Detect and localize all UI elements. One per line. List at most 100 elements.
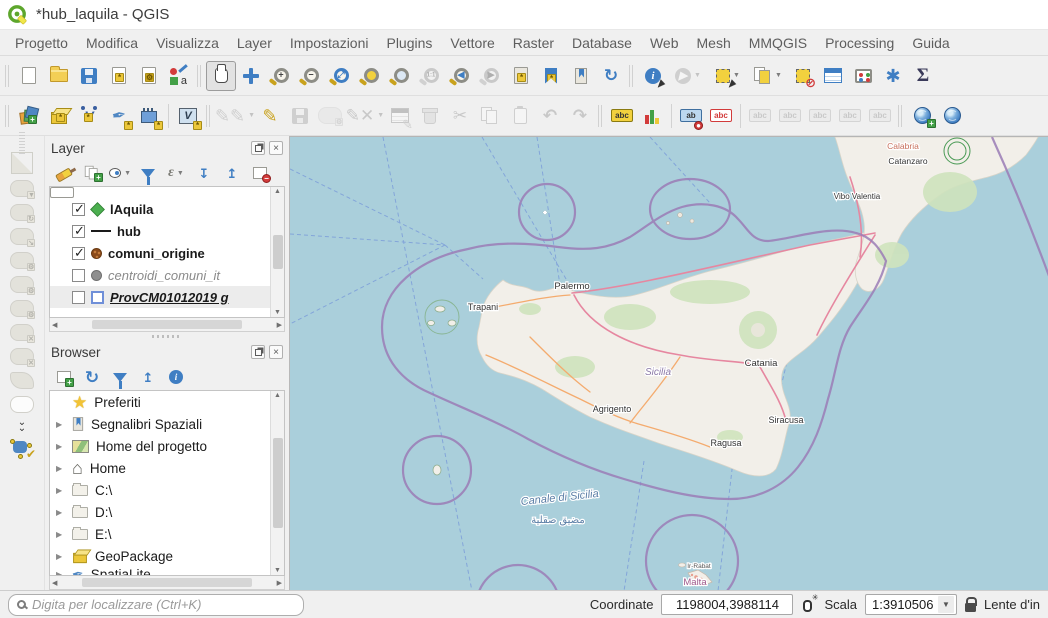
layer-checkbox[interactable] bbox=[72, 269, 85, 282]
layer-row-hub[interactable]: hub bbox=[50, 220, 284, 242]
browser-refresh-button[interactable]: ↻ bbox=[81, 366, 103, 388]
map-canvas[interactable]: Palermo Trapani Catania Siracusa Ragusa … bbox=[290, 136, 1048, 590]
zoom-full-button[interactable]: ⤢ bbox=[326, 61, 356, 91]
new-scratch-layer-button[interactable]: * bbox=[134, 101, 164, 131]
browser-item-segnalibri[interactable]: ▶ Segnalibri Spaziali bbox=[50, 413, 284, 435]
locator-input[interactable] bbox=[32, 597, 295, 612]
reshape-features-icon[interactable] bbox=[10, 372, 34, 389]
more-digitizing-tools-chevron[interactable]: ⌄⌄ bbox=[18, 420, 26, 432]
select-features-button[interactable]: ▼ bbox=[708, 61, 748, 91]
toolbar-grip[interactable] bbox=[598, 105, 604, 127]
select-by-value-button[interactable]: ▼ bbox=[748, 61, 788, 91]
zoom-to-selection-button[interactable] bbox=[356, 61, 386, 91]
toolbar-grip[interactable] bbox=[19, 132, 25, 154]
new-project-button[interactable] bbox=[14, 61, 44, 91]
pin-labels-button[interactable]: ● bbox=[676, 101, 706, 131]
toolbar-grip[interactable] bbox=[629, 65, 635, 87]
locator-search[interactable] bbox=[8, 594, 304, 616]
pan-to-selection-button[interactable] bbox=[236, 61, 266, 91]
fill-ring-icon[interactable]: ⚙ bbox=[10, 300, 34, 317]
browser-item-project-home[interactable]: ▶ Home del progetto bbox=[50, 435, 284, 457]
menu-layer[interactable]: Layer bbox=[228, 32, 281, 54]
open-layer-styling-button[interactable] bbox=[53, 162, 75, 184]
expander-icon[interactable]: ▶ bbox=[56, 464, 65, 473]
chevron-down-icon[interactable]: ▼ bbox=[938, 596, 954, 613]
panel-splitter[interactable] bbox=[45, 332, 289, 340]
manage-map-themes-button[interactable]: ▼ bbox=[109, 162, 131, 184]
save-project-button[interactable] bbox=[74, 61, 104, 91]
expander-icon[interactable]: ▶ bbox=[56, 486, 65, 495]
pin-unpin-label-button[interactable] bbox=[745, 101, 775, 131]
zoom-native-button[interactable]: 1:1 bbox=[416, 61, 446, 91]
move-label-button[interactable] bbox=[805, 101, 835, 131]
style-manager-button[interactable]: a bbox=[164, 61, 194, 91]
expand-all-button[interactable]: ↧ bbox=[193, 162, 215, 184]
layer-checkbox[interactable] bbox=[72, 247, 85, 260]
data-source-manager-button[interactable]: + bbox=[14, 101, 44, 131]
open-attribute-table-button[interactable] bbox=[818, 61, 848, 91]
paste-features-button[interactable] bbox=[505, 101, 535, 131]
rotate-label-button[interactable] bbox=[835, 101, 865, 131]
add-ring-icon[interactable]: ⚙ bbox=[10, 252, 34, 269]
browser-item-drive-e[interactable]: ▶ E:\ bbox=[50, 523, 284, 545]
browser-collapse-all-button[interactable]: ↥ bbox=[137, 366, 159, 388]
menu-visualizza[interactable]: Visualizza bbox=[147, 32, 228, 54]
menu-mesh[interactable]: Mesh bbox=[688, 32, 740, 54]
save-edits-button[interactable] bbox=[285, 101, 315, 131]
zoom-next-button[interactable]: ▶ bbox=[476, 61, 506, 91]
pan-map-button[interactable] bbox=[206, 61, 236, 91]
layer-row-provcm[interactable]: ProvCM01012019 g bbox=[50, 286, 284, 308]
filter-expression-button[interactable]: ε▼ bbox=[165, 162, 187, 184]
menu-impostazioni[interactable]: Impostazioni bbox=[281, 32, 378, 54]
add-feature-button[interactable]: ⚙ bbox=[315, 101, 345, 131]
new-spatial-bookmark-button[interactable]: * bbox=[536, 61, 566, 91]
coordinate-field[interactable]: 1198004,3988114 bbox=[661, 594, 793, 615]
menu-plugins[interactable]: Plugins bbox=[377, 32, 441, 54]
web-globe-button[interactable] bbox=[937, 101, 967, 131]
toolbar-grip[interactable] bbox=[197, 65, 203, 87]
show-spatial-bookmarks-button[interactable] bbox=[566, 61, 596, 91]
menu-vettore[interactable]: Vettore bbox=[441, 32, 503, 54]
layer-list-horizontal-scrollbar[interactable]: ◀▶ bbox=[49, 318, 285, 332]
check-geometries-icon[interactable]: ✔ bbox=[10, 439, 34, 459]
browser-item-spatialite[interactable]: ▶ ✒ SpatiaLite bbox=[50, 567, 284, 576]
browser-panel-float-button[interactable] bbox=[251, 345, 265, 359]
browser-properties-button[interactable]: i bbox=[165, 366, 187, 388]
show-hide-labels-button[interactable] bbox=[775, 101, 805, 131]
processing-toolbox-button[interactable]: ✱ bbox=[878, 61, 908, 91]
metasearch-button[interactable]: + bbox=[907, 101, 937, 131]
browser-panel-close-button[interactable]: × bbox=[269, 345, 283, 359]
layer-diagram-button[interactable] bbox=[637, 101, 667, 131]
expander-icon[interactable]: ▶ bbox=[56, 420, 65, 429]
statistical-summary-button[interactable]: Σ bbox=[908, 61, 938, 91]
new-map-view-button[interactable]: * bbox=[506, 61, 536, 91]
delete-selected-button[interactable] bbox=[415, 101, 445, 131]
menu-web[interactable]: Web bbox=[641, 32, 688, 54]
layer-row-centroidi[interactable]: centroidi_comuni_it bbox=[50, 264, 284, 286]
vertex-tool-button[interactable]: ✎✕▼ bbox=[345, 101, 385, 131]
simplify-feature-icon[interactable]: ↘ bbox=[10, 228, 34, 245]
add-group-button[interactable]: + bbox=[81, 162, 103, 184]
browser-item-drive-d[interactable]: ▶ D:\ bbox=[50, 501, 284, 523]
expander-icon[interactable]: ▶ bbox=[56, 508, 65, 517]
menu-guida[interactable]: Guida bbox=[903, 32, 958, 54]
expander-icon[interactable]: ▶ bbox=[56, 530, 65, 539]
browser-item-preferiti[interactable]: ★ Preferiti bbox=[50, 391, 284, 413]
toggle-editing-button[interactable]: ✎ bbox=[255, 101, 285, 131]
layer-list-vertical-scrollbar[interactable]: ▲▼ bbox=[270, 187, 284, 317]
menu-modifica[interactable]: Modifica bbox=[77, 32, 147, 54]
current-edits-button[interactable]: ✎✎▼ bbox=[215, 101, 255, 131]
open-project-button[interactable] bbox=[44, 61, 74, 91]
field-calculator-button[interactable] bbox=[848, 61, 878, 91]
menu-processing[interactable]: Processing bbox=[816, 32, 903, 54]
browser-horizontal-scrollbar[interactable]: ◀▶ bbox=[49, 576, 285, 590]
browser-vertical-scrollbar[interactable]: ▲▼ bbox=[270, 391, 284, 575]
delete-part-icon[interactable]: ✕ bbox=[10, 348, 34, 365]
layer-checkbox[interactable] bbox=[72, 225, 85, 238]
menu-raster[interactable]: Raster bbox=[504, 32, 563, 54]
add-part-icon[interactable]: ⚙ bbox=[10, 276, 34, 293]
zoom-in-button[interactable]: + bbox=[266, 61, 296, 91]
collapse-all-button[interactable]: ↥ bbox=[221, 162, 243, 184]
cad-tools-icon[interactable] bbox=[12, 153, 32, 173]
new-spatialite-button[interactable]: ✒* bbox=[104, 101, 134, 131]
